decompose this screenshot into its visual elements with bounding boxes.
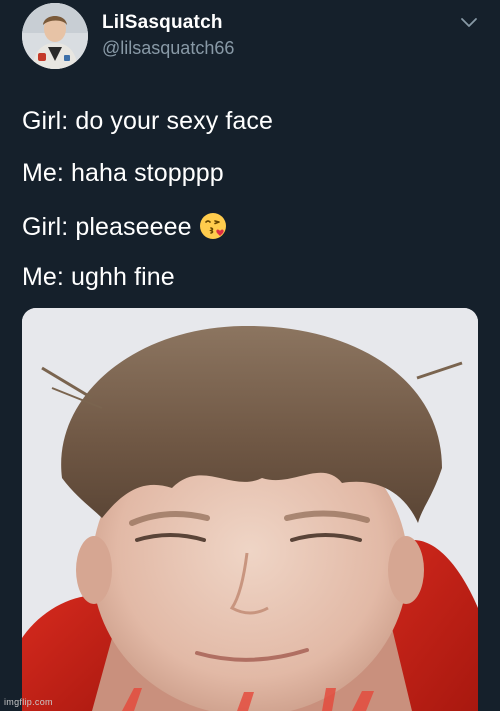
tweet-line-2: Me: haha stopppp bbox=[22, 159, 224, 187]
attached-photo[interactable] bbox=[22, 308, 478, 711]
chevron-down-icon[interactable] bbox=[460, 16, 478, 30]
tweet-line-1: Girl: do your sexy face bbox=[22, 107, 274, 135]
photo-image bbox=[22, 308, 478, 711]
face-blowing-a-kiss-icon bbox=[199, 213, 226, 239]
tweet-line-4: Me: ughh fine bbox=[22, 263, 175, 291]
avatar[interactable] bbox=[22, 3, 88, 69]
tweet-card: LilSasquatch @lilsasquatch66 Girl: do yo… bbox=[0, 0, 500, 711]
imgflip-watermark: imgflip.com bbox=[4, 697, 53, 707]
tweet-line-3-text: Girl: pleaseeee bbox=[22, 213, 192, 241]
tweet-line-3: Girl: pleaseeee bbox=[22, 211, 228, 242]
author-handle[interactable]: @lilsasquatch66 bbox=[102, 38, 234, 59]
author-display-name[interactable]: LilSasquatch bbox=[102, 12, 223, 34]
avatar-image bbox=[22, 3, 88, 69]
